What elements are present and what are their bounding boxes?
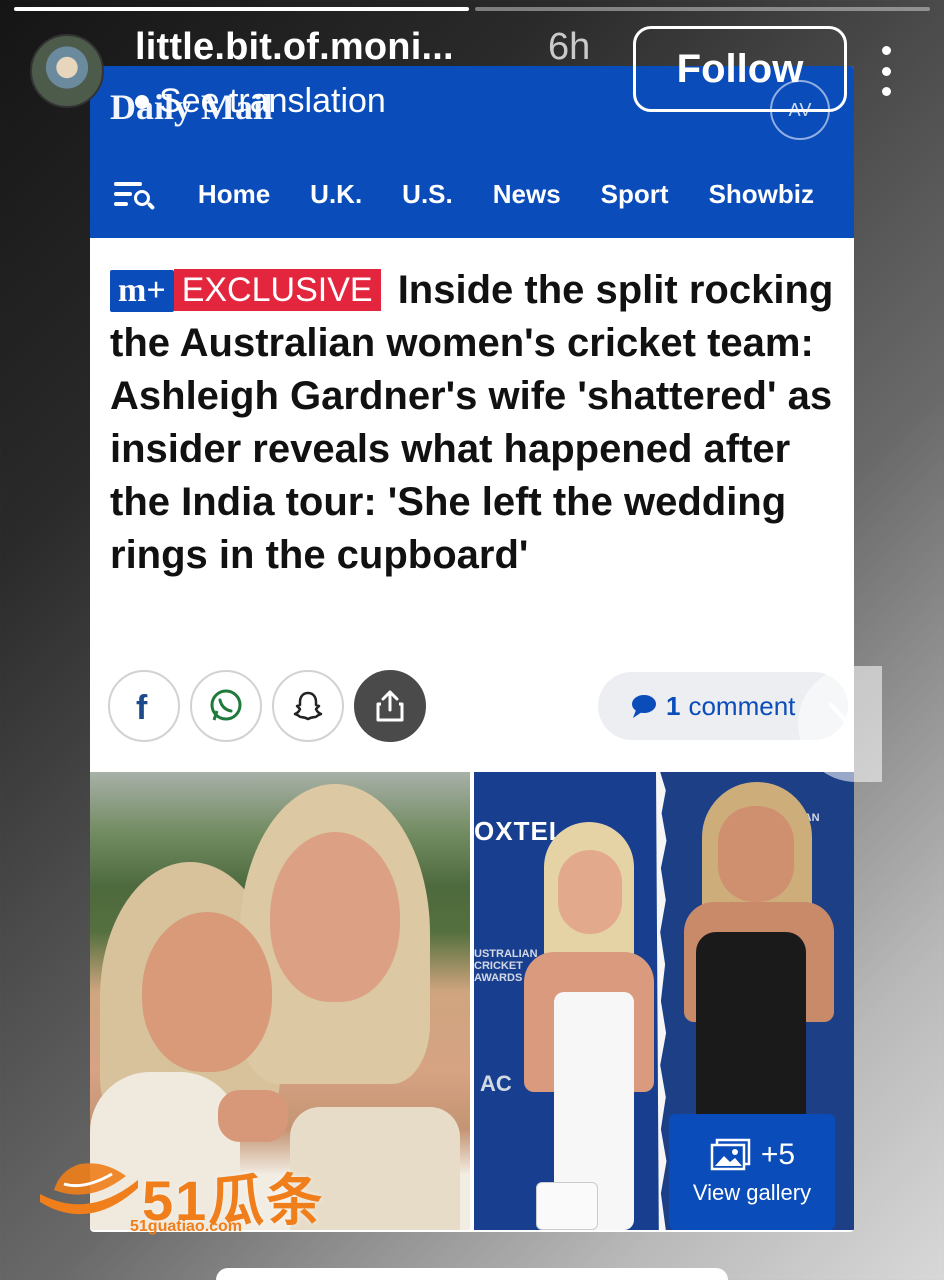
article-headline[interactable]: m+ EXCLUSIVE Inside the split rocking the… (110, 264, 840, 582)
photo-text-ac: AC (480, 1071, 512, 1096)
watermark-url: 51guatiao.com (130, 1218, 243, 1235)
comment-bubble-icon (632, 695, 656, 718)
watermark: 51瓜条 51guatiao.com (34, 1150, 334, 1240)
whatsapp-icon (210, 689, 242, 721)
more-vertical-icon[interactable] (874, 46, 898, 96)
view-gallery-button[interactable]: +5 View gallery (669, 1114, 835, 1230)
whatsapp-share-button[interactable] (190, 670, 262, 742)
chevron-right-icon (829, 703, 851, 745)
story-time: 6h (548, 26, 591, 68)
nav-uk[interactable]: U.K. (310, 179, 362, 210)
avatar[interactable] (30, 34, 104, 108)
watermark-logo-icon (40, 1163, 138, 1215)
nav-news[interactable]: News (493, 179, 561, 210)
reply-bar-edge[interactable] (216, 1268, 728, 1280)
facebook-share-button[interactable]: f (108, 670, 180, 742)
nav-showbiz[interactable]: Showbiz (709, 179, 814, 210)
gallery-label: View gallery (692, 1180, 812, 1205)
facebook-icon: f (136, 689, 148, 723)
story-username[interactable]: little.bit.of.moni... (135, 26, 454, 69)
mplus-badge: m+ (110, 270, 174, 312)
follow-button[interactable]: Follow (633, 26, 847, 112)
gallery-icon (710, 1138, 751, 1171)
see-translation-label: See translation (159, 82, 386, 120)
comment-count: 1 (666, 690, 681, 721)
progress-segment-1 (14, 7, 469, 11)
snapchat-icon (293, 691, 323, 721)
share-icon (376, 690, 404, 722)
share-row: f 1 comment (108, 668, 848, 744)
see-translation[interactable]: See translation (135, 82, 386, 121)
nav-home[interactable]: Home (198, 179, 270, 210)
story-header: little.bit.of.moni... 6h See translation… (0, 22, 944, 122)
article-screenshot: Daily Mail AV Home U.K. U.S. News Sport … (90, 66, 854, 1232)
translation-dot-icon (135, 94, 149, 109)
svg-text:f: f (136, 689, 148, 723)
story-progress (14, 7, 930, 11)
nav-sport[interactable]: Sport (601, 179, 669, 210)
awards-photo[interactable]: OXTEL USTRALIAN CRICKET AWARDS USTRALIAN… (474, 772, 854, 1230)
snapchat-share-button[interactable] (272, 670, 344, 742)
comment-label: comment (688, 690, 796, 721)
share-button[interactable] (354, 670, 426, 742)
nav-us[interactable]: U.S. (402, 179, 453, 210)
woman-white-dress (524, 822, 654, 1230)
menu-search-icon[interactable] (110, 170, 156, 218)
exclusive-badge: EXCLUSIVE (173, 269, 381, 311)
progress-segment-2 (475, 7, 930, 11)
gallery-count: +5 (760, 1138, 796, 1171)
nav-bar: Home U.K. U.S. News Sport Showbiz (90, 166, 854, 222)
headline-text: Inside the split rocking the Australian … (110, 268, 834, 577)
